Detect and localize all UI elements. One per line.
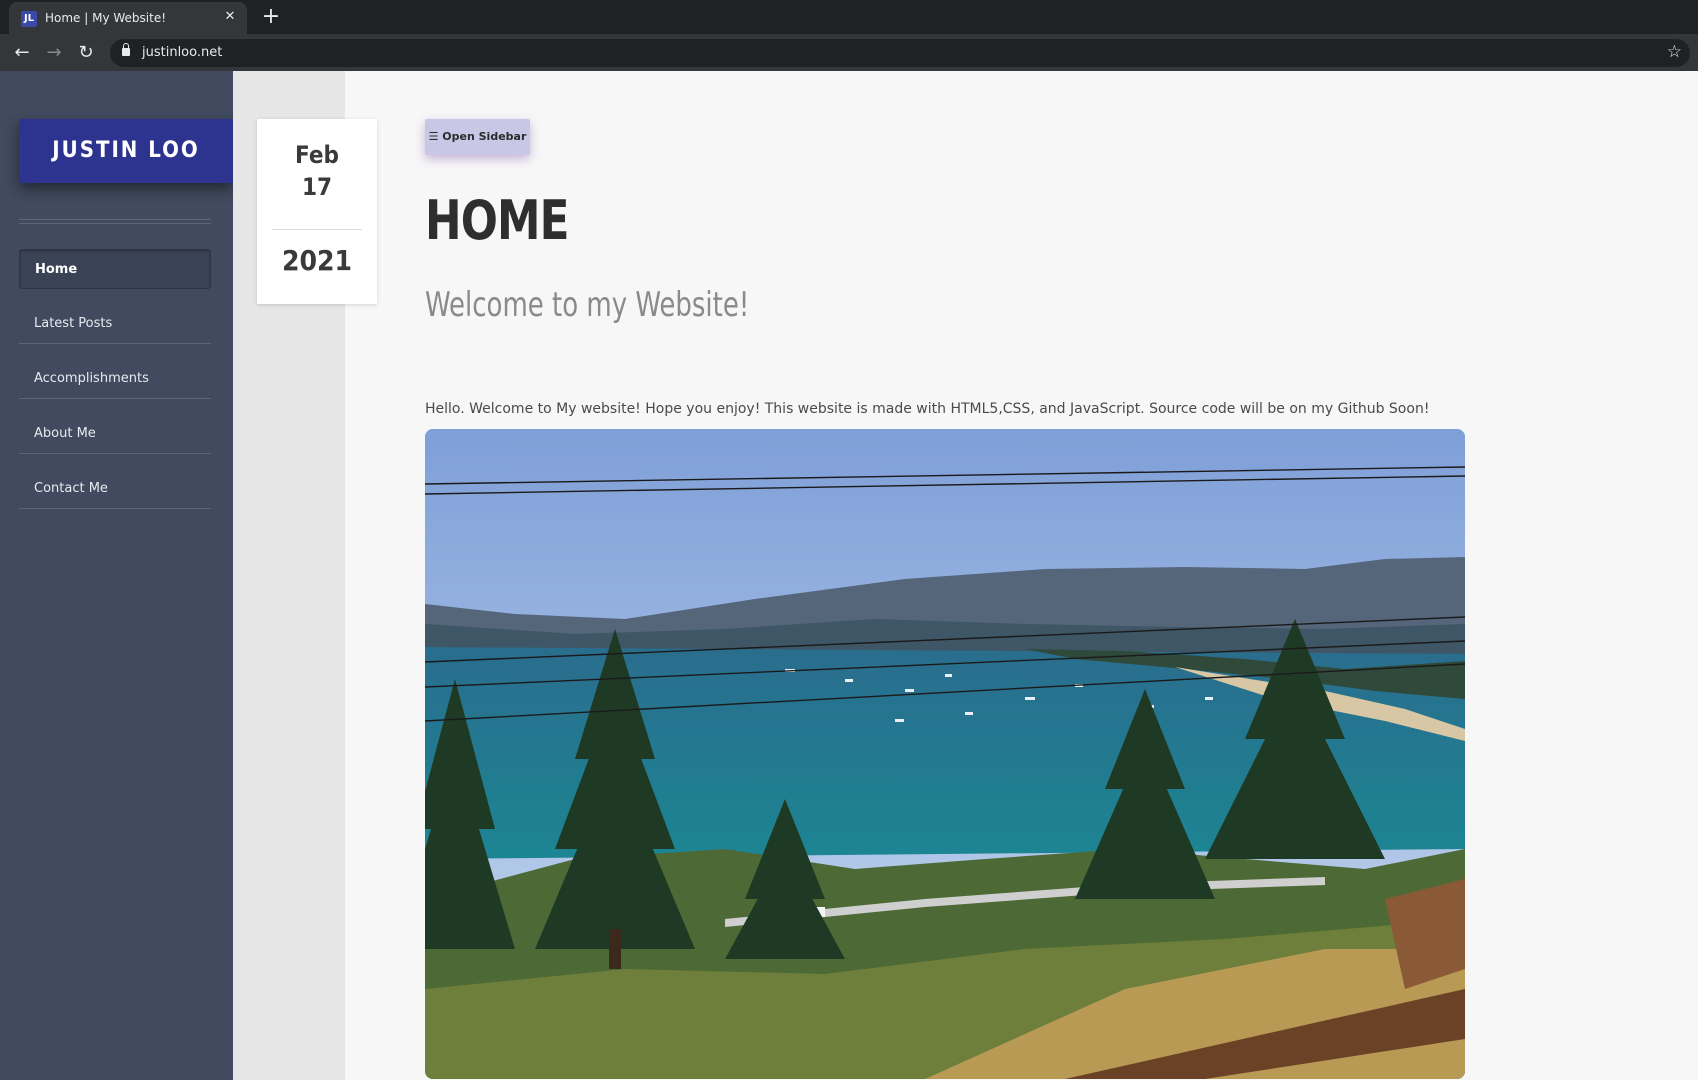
plus-icon[interactable]: + (258, 4, 284, 30)
url-text: justinloo.net (142, 45, 223, 60)
sidebar-item-accomplishments[interactable]: Accomplishments (19, 359, 211, 399)
reload-icon[interactable]: ↻ (72, 39, 100, 67)
page-subtitle: Welcome to my Website! (425, 285, 750, 325)
tab-title: Home | My Website! (45, 11, 167, 25)
sidebar-item-about-me[interactable]: About Me (19, 414, 211, 454)
sidebar: JUSTIN LOO Home Latest Posts Accomplishm… (0, 71, 233, 1080)
sidebar-item-latest-posts[interactable]: Latest Posts (19, 304, 211, 344)
page-title: HOME (425, 189, 569, 252)
site-brand[interactable]: JUSTIN LOO (19, 119, 233, 183)
open-sidebar-button[interactable]: ☰ Open Sidebar (425, 119, 530, 155)
lake-landscape-photo (425, 429, 1465, 1079)
date-month: Feb (295, 141, 339, 169)
page-viewport: JUSTIN LOO Home Latest Posts Accomplishm… (0, 71, 1698, 1080)
lock-icon (122, 43, 130, 56)
forward-arrow-icon[interactable]: → (40, 39, 68, 67)
browser-tab-bar: JL Home | My Website! ✕ + (0, 0, 1698, 34)
sidebar-divider (19, 219, 211, 220)
back-arrow-icon[interactable]: ← (8, 39, 36, 67)
date-day: 17 (301, 173, 333, 201)
intro-text: Hello. Welcome to My website! Hope you e… (425, 401, 1430, 417)
sidebar-nav: Home Latest Posts Accomplishments About … (19, 249, 211, 524)
sidebar-divider (19, 223, 211, 224)
favicon-icon: JL (21, 11, 37, 27)
close-icon[interactable]: ✕ (221, 8, 239, 26)
star-icon[interactable]: ☆ (1667, 42, 1682, 62)
date-divider (272, 229, 362, 230)
address-bar[interactable]: justinloo.net ☆ (110, 39, 1690, 67)
sidebar-item-contact-me[interactable]: Contact Me (19, 469, 211, 509)
sidebar-item-home[interactable]: Home (19, 249, 211, 289)
browser-tab[interactable]: JL Home | My Website! ✕ (9, 2, 247, 34)
browser-toolbar: ← → ↻ justinloo.net ☆ (0, 34, 1698, 71)
date-year: 2021 (281, 244, 353, 277)
post-date: Feb 17 2021 (257, 119, 377, 304)
